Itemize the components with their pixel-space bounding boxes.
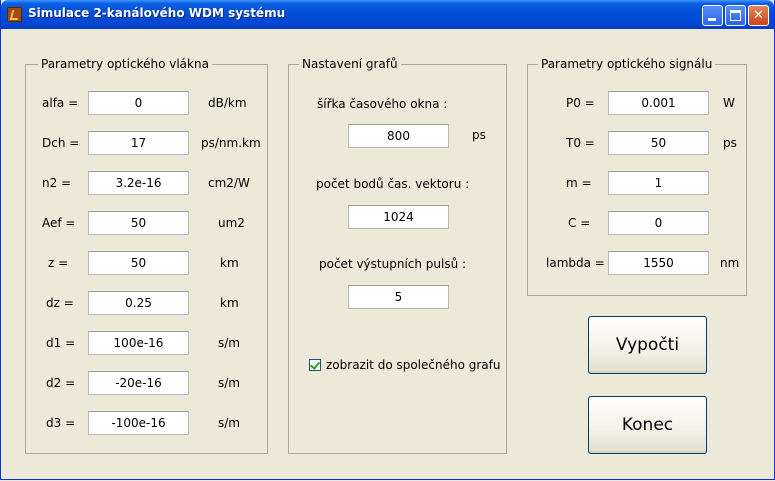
points-label: počet bodů čas. vektoru : [316, 177, 470, 191]
c-input[interactable]: 0 [608, 211, 709, 235]
signal-panel-legend: Parametry optického signálu [538, 57, 716, 71]
signal-parameters-panel: Parametry optického signálu P0 = 0.001 W… [527, 57, 747, 296]
exit-button[interactable]: Konec [588, 396, 707, 454]
alfa-label: alfa = [42, 96, 79, 110]
d2-unit: s/m [218, 376, 240, 390]
n2-label: n2 = [42, 176, 72, 190]
p0-label: P0 = [566, 96, 595, 110]
pulses-input[interactable]: 5 [348, 285, 449, 309]
lambda-unit: nm [720, 256, 740, 270]
d3-unit: s/m [218, 416, 240, 430]
z-unit: km [220, 256, 239, 270]
lambda-label: lambda = [546, 256, 605, 270]
matlab-icon [7, 7, 22, 22]
z-input[interactable]: 50 [88, 251, 189, 275]
dch-label: Dch = [42, 136, 80, 150]
fiber-parameters-panel: Parametry optického vlákna alfa = 0 dB/k… [25, 57, 268, 454]
n2-unit: cm2/W [208, 176, 250, 190]
close-window-button[interactable]: ✕ [748, 5, 769, 26]
t0-unit: ps [723, 136, 737, 150]
c-label: C = [568, 216, 591, 230]
m-label: m = [566, 176, 592, 190]
time-window-unit: ps [472, 128, 486, 142]
z-label: z = [48, 256, 69, 270]
title-bar[interactable]: Simulace 2-kanálového WDM systému ✕ [1, 0, 774, 29]
d1-unit: s/m [218, 336, 240, 350]
d2-label: d2 = [46, 376, 76, 390]
graph-panel-legend: Nastavení grafů [299, 57, 401, 71]
m-input[interactable]: 1 [608, 171, 709, 195]
maximize-icon [730, 10, 741, 21]
dz-unit: km [220, 296, 239, 310]
n2-input[interactable]: 3.2e-16 [88, 171, 189, 195]
d1-label: d1 = [46, 336, 76, 350]
app-window: Simulace 2-kanálového WDM systému ✕ Para… [0, 0, 775, 480]
graph-settings-panel: Nastavení grafů šířka časového okna : 80… [288, 57, 507, 454]
t0-input[interactable]: 50 [608, 131, 709, 155]
dch-input[interactable]: 17 [88, 131, 189, 155]
time-window-input[interactable]: 800 [348, 124, 449, 148]
d3-input[interactable]: -100e-16 [88, 411, 189, 435]
d2-input[interactable]: -20e-16 [88, 371, 189, 395]
t0-label: T0 = [566, 136, 595, 150]
dz-input[interactable]: 0.25 [88, 291, 189, 315]
compute-button[interactable]: Vypočti [588, 316, 707, 374]
common-graph-label[interactable]: zobrazit do společného grafu [326, 358, 500, 372]
close-icon: ✕ [753, 8, 764, 23]
time-window-label: šířka časového okna : [317, 97, 448, 111]
common-graph-checkbox[interactable] [309, 359, 321, 371]
window-title: Simulace 2-kanálového WDM systému [28, 6, 286, 20]
dch-unit: ps/nm.km [201, 136, 261, 150]
p0-input[interactable]: 0.001 [608, 91, 709, 115]
dz-label: dz = [46, 296, 74, 310]
alfa-unit: dB/km [208, 96, 247, 110]
minimize-button[interactable] [702, 5, 723, 26]
d3-label: d3 = [46, 416, 76, 430]
points-input[interactable]: 1024 [348, 205, 449, 229]
checkmark-icon [309, 359, 321, 370]
content-area: Parametry optického vlákna alfa = 0 dB/k… [1, 29, 774, 479]
alfa-input[interactable]: 0 [88, 91, 189, 115]
minimize-icon [708, 18, 716, 21]
aef-unit: um2 [218, 216, 245, 230]
maximize-button[interactable] [725, 5, 746, 26]
p0-unit: W [723, 96, 735, 110]
aef-input[interactable]: 50 [88, 211, 189, 235]
lambda-input[interactable]: 1550 [608, 251, 709, 275]
pulses-label: počet výstupních pulsů : [319, 257, 467, 271]
d1-input[interactable]: 100e-16 [88, 331, 189, 355]
aef-label: Aef = [42, 216, 76, 230]
fiber-panel-legend: Parametry optického vlákna [38, 57, 212, 71]
